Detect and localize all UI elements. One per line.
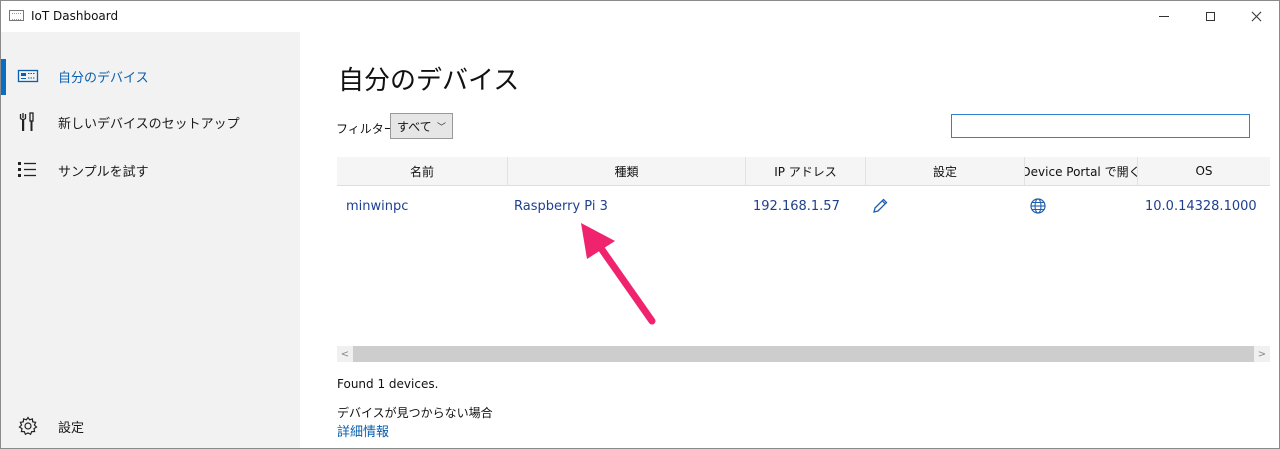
device-name: minwinpc xyxy=(346,198,409,214)
scroll-left-icon[interactable]: < xyxy=(337,346,353,362)
gear-icon xyxy=(18,416,38,436)
column-header-ip[interactable]: IP アドレス xyxy=(746,157,866,185)
close-button[interactable] xyxy=(1233,1,1279,32)
column-header-device-portal[interactable]: Device Portal で開く xyxy=(1025,157,1138,185)
column-header-os[interactable]: OS xyxy=(1138,157,1270,185)
device-ip: 192.168.1.57 xyxy=(753,198,840,214)
minimize-button[interactable] xyxy=(1141,1,1187,32)
sidebar-item-label: 自分のデバイス xyxy=(58,71,149,86)
filter-dropdown[interactable]: すべて ﹀ xyxy=(390,113,453,139)
table-header: 名前 種類 IP アドレス 設定 Device Portal で開く OS xyxy=(337,157,1270,186)
filter-value: すべて xyxy=(397,119,432,134)
list-icon xyxy=(18,162,36,177)
tools-icon xyxy=(19,112,34,131)
column-header-name[interactable]: 名前 xyxy=(337,157,508,185)
sidebar-item-my-devices[interactable]: 自分のデバイス xyxy=(1,53,300,99)
column-header-settings[interactable]: 設定 xyxy=(866,157,1025,185)
more-info-link[interactable]: 詳細情報 xyxy=(337,421,389,440)
window-title: IoT Dashboard xyxy=(31,9,119,23)
horizontal-scrollbar[interactable]: < > xyxy=(337,346,1270,362)
device-settings-button[interactable] xyxy=(871,192,889,220)
search-input[interactable] xyxy=(951,114,1250,138)
filter-label: フィルター xyxy=(336,122,396,136)
sidebar-item-label: 新しいデバイスのセットアップ xyxy=(58,117,240,132)
device-os: 10.0.14328.1000 xyxy=(1145,198,1257,214)
scroll-right-icon[interactable]: > xyxy=(1254,346,1270,362)
device-portal-button[interactable] xyxy=(1029,192,1047,220)
device-board-icon xyxy=(17,69,39,83)
selection-indicator xyxy=(1,59,6,95)
table-row[interactable]: minwinpc Raspberry Pi 3 192.168.1.57 10.… xyxy=(337,192,1270,220)
chevron-down-icon: ﹀ xyxy=(436,123,446,133)
pencil-icon xyxy=(873,198,888,213)
device-type: Raspberry Pi 3 xyxy=(514,198,608,214)
help-question: デバイスが見つからない場合 xyxy=(337,406,493,420)
minimize-icon xyxy=(1159,16,1169,17)
sidebar: 自分のデバイス 新しいデバイスのセットアップ サンプルを試す 設定 xyxy=(1,32,300,448)
sidebar-item-settings[interactable]: 設定 xyxy=(1,403,300,448)
app-window: IoT Dashboard 自分のデバイス 新しいデバイスのセットアップ サンプ… xyxy=(0,0,1280,449)
maximize-icon xyxy=(1205,12,1215,21)
maximize-button[interactable] xyxy=(1187,1,1233,32)
globe-icon xyxy=(1030,198,1046,214)
page-title: 自分のデバイス xyxy=(338,66,520,96)
sidebar-item-label: サンプルを試す xyxy=(58,165,149,180)
main-content: 自分のデバイス フィルター すべて ﹀ 名前 種類 IP アドレス 設定 Dev… xyxy=(300,32,1279,448)
column-header-type[interactable]: 種類 xyxy=(508,157,746,185)
sidebar-item-try-samples[interactable]: サンプルを試す xyxy=(1,147,300,193)
title-bar[interactable]: IoT Dashboard xyxy=(1,1,1279,32)
close-icon xyxy=(1251,11,1262,22)
status-text: Found 1 devices. xyxy=(337,377,439,391)
settings-label: 設定 xyxy=(58,421,85,436)
sidebar-item-setup-device[interactable]: 新しいデバイスのセットアップ xyxy=(1,99,300,145)
app-icon xyxy=(9,10,24,21)
